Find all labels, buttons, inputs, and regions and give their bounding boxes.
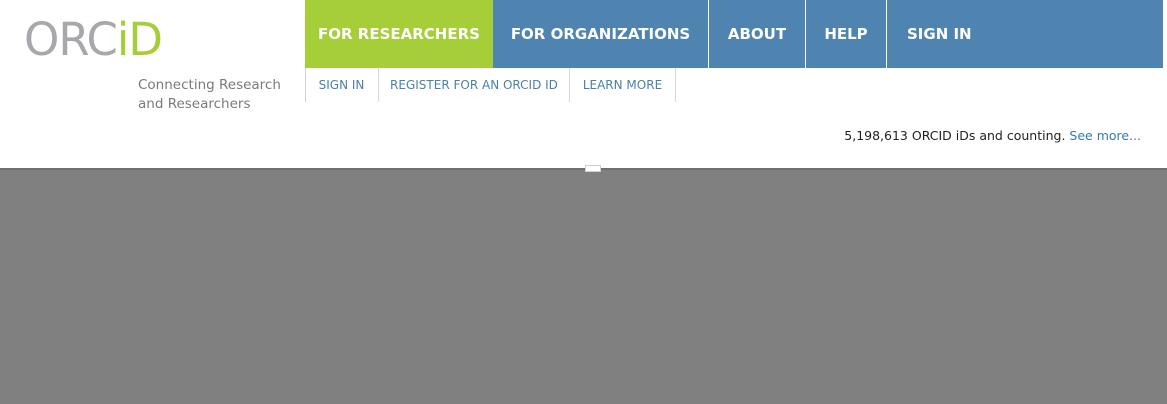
see-more-link[interactable]: See more... (1069, 128, 1141, 143)
overlay-handle[interactable] (585, 165, 601, 172)
orcid-logo[interactable]: ORCiD (24, 10, 194, 70)
tagline: Connecting Research and Researchers (138, 77, 281, 112)
nav-about[interactable]: ABOUT (709, 0, 805, 68)
logo-orc-text: ORC (24, 13, 118, 66)
ids-counter: 5,198,613 ORCID iDs and counting. See mo… (844, 128, 1141, 143)
sub-nav: SIGN IN REGISTER FOR AN ORCID ID LEARN M… (305, 68, 676, 102)
logo-id-text: iD (116, 13, 163, 66)
ids-counter-text: 5,198,613 ORCID iDs and counting. (844, 128, 1066, 143)
logo-wordmark: ORCiD (24, 10, 163, 70)
nav-for-organizations[interactable]: FOR ORGANIZATIONS (493, 0, 708, 68)
modal-overlay[interactable] (0, 168, 1167, 404)
main-nav: FOR RESEARCHERS FOR ORGANIZATIONS ABOUT … (305, 0, 1163, 68)
subnav-learn-more[interactable]: LEARN MORE (570, 68, 676, 102)
subnav-register[interactable]: REGISTER FOR AN ORCID ID (379, 68, 570, 102)
subnav-sign-in[interactable]: SIGN IN (305, 68, 379, 102)
nav-sign-in[interactable]: SIGN IN (887, 0, 1163, 68)
site-header: ORCiD Connecting Research and Researcher… (0, 0, 1167, 168)
nav-for-researchers[interactable]: FOR RESEARCHERS (305, 0, 493, 68)
nav-help[interactable]: HELP (806, 0, 886, 68)
